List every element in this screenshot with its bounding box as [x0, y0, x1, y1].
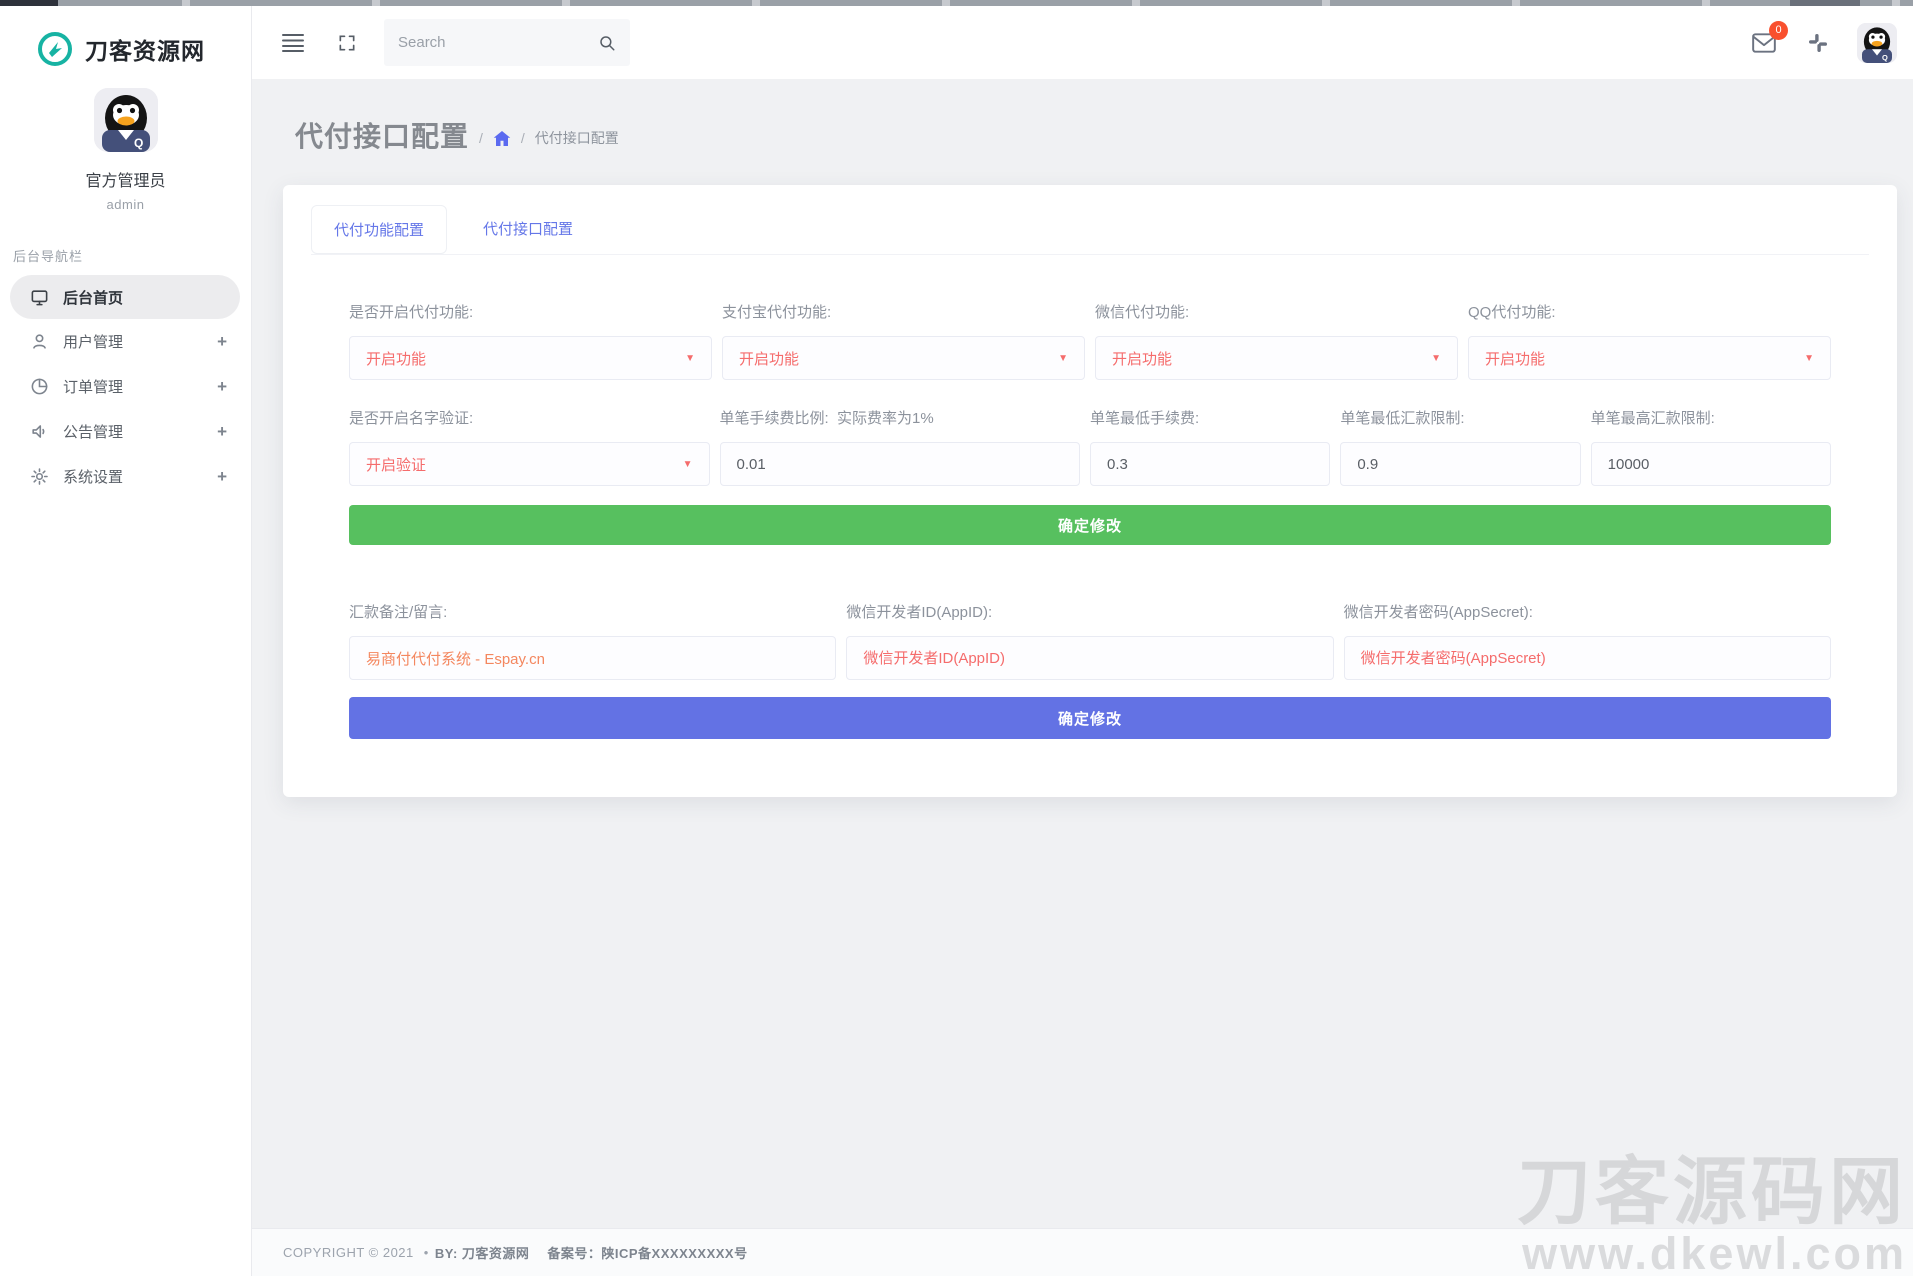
- tab-function-config[interactable]: 代付功能配置: [311, 205, 447, 254]
- profile-role: admin: [0, 197, 251, 212]
- brand[interactable]: 刀客资源网: [0, 6, 251, 74]
- select-value: 开启功能: [366, 348, 426, 369]
- sidebar-item-users[interactable]: 用户管理 +: [0, 319, 251, 364]
- config-form: 是否开启代付功能: 开启功能 ▼ 支付宝代付功能: 开启功能 ▼ 微信代付功能:: [311, 255, 1869, 739]
- chevron-down-icon: ▼: [685, 353, 695, 364]
- breadcrumb-current: 代付接口配置: [535, 128, 619, 148]
- speaker-icon: [30, 422, 49, 441]
- min-transfer-input[interactable]: [1340, 442, 1580, 486]
- wechat-appid-input[interactable]: [846, 636, 1333, 680]
- user-icon: [30, 332, 49, 351]
- sidebar-item-label: 后台首页: [63, 287, 216, 308]
- expand-plus-icon[interactable]: +: [217, 422, 227, 442]
- browser-edge-strip: [0, 0, 1913, 6]
- search-box: [384, 19, 630, 66]
- enable-payout-select[interactable]: 开启功能 ▼: [349, 336, 712, 380]
- menu-toggle-button[interactable]: [280, 30, 306, 56]
- home-icon[interactable]: [493, 130, 511, 147]
- field-label: 微信开发者密码(AppSecret):: [1344, 601, 1831, 622]
- apps-icon[interactable]: [1805, 30, 1831, 56]
- profile-avatar[interactable]: Q: [1857, 23, 1897, 63]
- search-input[interactable]: [398, 34, 598, 51]
- field-label: 汇款备注/留言:: [349, 601, 836, 622]
- select-value: 开启验证: [366, 454, 426, 475]
- fullscreen-icon[interactable]: [334, 30, 360, 56]
- field-label: 微信开发者ID(AppID):: [846, 601, 1333, 622]
- expand-plus-icon[interactable]: +: [217, 377, 227, 397]
- brand-logo-icon: [36, 30, 74, 68]
- brand-name: 刀客资源网: [85, 32, 205, 66]
- footer: COPYRIGHT © 2021 • BY: 刀客资源网 备案号：陕ICP备XX…: [252, 1228, 1913, 1276]
- sidebar-item-label: 系统设置: [63, 466, 217, 487]
- footer-icp: 备案号：陕ICP备XXXXXXXXX号: [547, 1243, 747, 1262]
- nav-section-label: 后台导航栏: [0, 212, 251, 275]
- page-title: 代付接口配置: [295, 115, 469, 155]
- browser-edge-dark-segment: [1790, 0, 1860, 6]
- tab-bar: 代付功能配置 代付接口配置: [311, 205, 1869, 255]
- messages-icon[interactable]: 0: [1751, 30, 1777, 56]
- expand-plus-icon[interactable]: +: [217, 467, 227, 487]
- breadcrumb: 代付接口配置 / / 代付接口配置: [252, 79, 1913, 185]
- pie-chart-icon: [30, 377, 49, 396]
- search-icon[interactable]: [598, 34, 616, 52]
- profile-name: 官方管理员: [0, 167, 251, 191]
- footer-dot: •: [424, 1245, 429, 1260]
- sidebar: 刀客资源网 Q 官方管理员 admin 后台导航栏 后台首页: [0, 6, 252, 1276]
- field-label: QQ代付功能:: [1468, 301, 1831, 322]
- tab-interface-config[interactable]: 代付接口配置: [461, 205, 595, 254]
- confirm-modify-button-green[interactable]: 确定修改: [349, 505, 1831, 545]
- footer-by: BY: 刀客资源网: [435, 1243, 530, 1262]
- expand-plus-icon[interactable]: +: [217, 332, 227, 352]
- top-header: 0 Q: [252, 6, 1913, 79]
- chevron-down-icon: ▼: [1804, 353, 1814, 364]
- browser-edge-dark-segment: [0, 0, 58, 6]
- field-label: 单笔手续费比例: 实际费率为1%: [720, 407, 1081, 428]
- sidebar-item-label: 公告管理: [63, 421, 217, 442]
- sidebar-item-orders[interactable]: 订单管理 +: [0, 364, 251, 409]
- chevron-down-icon: ▼: [1431, 353, 1441, 364]
- field-label: 微信代付功能:: [1095, 301, 1458, 322]
- header-actions: 0 Q: [1723, 23, 1913, 63]
- sidebar-item-announcements[interactable]: 公告管理 +: [0, 409, 251, 454]
- remark-input[interactable]: [349, 636, 836, 680]
- sidebar-item-label: 用户管理: [63, 331, 217, 352]
- user-avatar: Q: [94, 88, 158, 152]
- breadcrumb-separator: /: [521, 130, 525, 146]
- field-label: 是否开启代付功能:: [349, 301, 712, 322]
- qq-payout-select[interactable]: 开启功能 ▼: [1468, 336, 1831, 380]
- svg-text:Q: Q: [134, 136, 143, 150]
- confirm-modify-button-blue[interactable]: 确定修改: [349, 697, 1831, 739]
- fee-rate-input[interactable]: [720, 442, 1081, 486]
- chevron-down-icon: ▼: [683, 459, 693, 470]
- svg-text:Q: Q: [1882, 52, 1888, 61]
- field-label: 是否开启名字验证:: [349, 407, 710, 428]
- min-fee-input[interactable]: [1090, 442, 1330, 486]
- config-card: 代付功能配置 代付接口配置 是否开启代付功能: 开启功能 ▼ 支付宝代付功能: …: [283, 185, 1897, 797]
- sidebar-item-label: 订单管理: [63, 376, 217, 397]
- select-value: 开启功能: [739, 348, 799, 369]
- footer-copyright: COPYRIGHT © 2021: [283, 1245, 414, 1260]
- profile-block: Q 官方管理员 admin: [0, 88, 251, 212]
- max-transfer-input[interactable]: [1591, 442, 1831, 486]
- chevron-down-icon: ▼: [1058, 353, 1068, 364]
- select-value: 开启功能: [1112, 348, 1172, 369]
- breadcrumb-separator: /: [479, 130, 483, 146]
- wechat-payout-select[interactable]: 开启功能 ▼: [1095, 336, 1458, 380]
- monitor-icon: [30, 288, 49, 307]
- field-label: 单笔最高汇款限制:: [1591, 407, 1831, 428]
- field-label: 单笔最低手续费:: [1090, 407, 1330, 428]
- alipay-payout-select[interactable]: 开启功能 ▼: [722, 336, 1085, 380]
- field-label: 支付宝代付功能:: [722, 301, 1085, 322]
- gear-icon: [30, 467, 49, 486]
- wechat-appsecret-input[interactable]: [1344, 636, 1831, 680]
- sidebar-item-dashboard[interactable]: 后台首页: [10, 275, 240, 319]
- main-content: 代付接口配置 / / 代付接口配置 代付功能配置 代付接口配置 是否开启代付功能…: [252, 79, 1913, 1228]
- message-count-badge: 0: [1769, 21, 1788, 40]
- select-value: 开启功能: [1485, 348, 1545, 369]
- field-label: 单笔最低汇款限制:: [1340, 407, 1580, 428]
- name-verify-select[interactable]: 开启验证 ▼: [349, 442, 710, 486]
- sidebar-item-settings[interactable]: 系统设置 +: [0, 454, 251, 499]
